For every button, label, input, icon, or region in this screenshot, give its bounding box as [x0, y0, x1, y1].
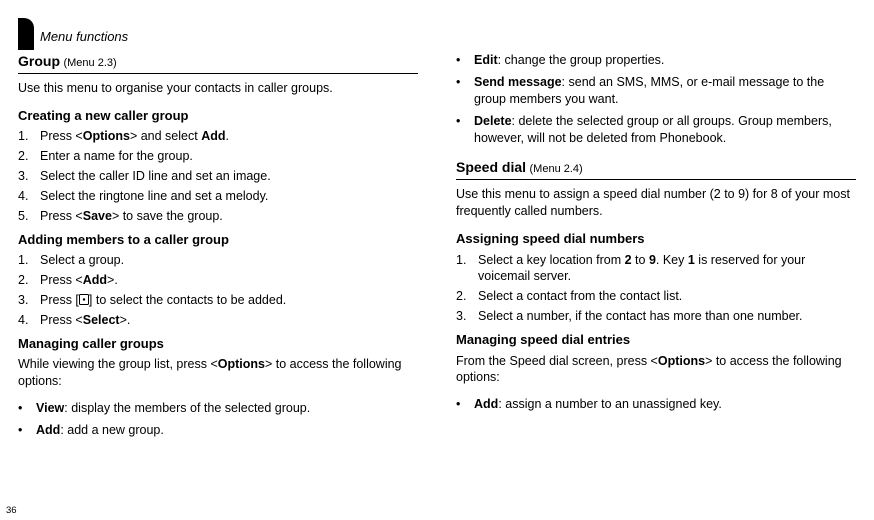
assign-speed-steps: 1. Select a key location from 2 to 9. Ke… — [456, 252, 856, 326]
option-text: Edit: change the group properties. — [474, 52, 856, 69]
step-number: 2. — [456, 288, 478, 305]
list-item: 1. Press <Options> and select Add. — [18, 128, 418, 145]
step-text: Select a contact from the contact list. — [478, 288, 856, 305]
step-text: Press <Options> and select Add. — [40, 128, 418, 145]
list-item: 2. Press <Add>. — [18, 272, 418, 289]
section-title-group: Group (Menu 2.3) — [18, 52, 418, 74]
step-number: 3. — [456, 308, 478, 325]
content-columns: Group (Menu 2.3) Use this menu to organi… — [18, 52, 856, 444]
list-item: • Add: assign a number to an unassigned … — [456, 396, 856, 413]
ok-key-icon — [79, 293, 89, 304]
manage-groups-intro: While viewing the group list, press <Opt… — [18, 356, 418, 390]
step-number: 4. — [18, 188, 40, 205]
option-text: View: display the members of the selecte… — [36, 400, 418, 417]
step-text: Select a group. — [40, 252, 418, 269]
step-number: 3. — [18, 292, 40, 309]
speed-dial-intro: Use this menu to assign a speed dial num… — [456, 186, 856, 220]
step-text: Press <Select>. — [40, 312, 418, 329]
create-group-steps: 1. Press <Options> and select Add. 2. En… — [18, 128, 418, 224]
list-item: 5. Press <Save> to save the group. — [18, 208, 418, 225]
left-column: Group (Menu 2.3) Use this menu to organi… — [18, 52, 418, 444]
option-text: Add: add a new group. — [36, 422, 418, 439]
bullet-icon: • — [18, 400, 36, 417]
list-item: • Edit: change the group properties. — [456, 52, 856, 69]
step-text: Press <Save> to save the group. — [40, 208, 418, 225]
step-text: Select a number, if the contact has more… — [478, 308, 856, 325]
step-text: Select a key location from 2 to 9. Key 1… — [478, 252, 856, 286]
section-title-speed-dial: Speed dial (Menu 2.4) — [456, 158, 856, 180]
manage-groups-options: • View: display the members of the selec… — [18, 400, 418, 439]
bullet-icon: • — [456, 113, 474, 147]
step-number: 2. — [18, 272, 40, 289]
bullet-icon: • — [18, 422, 36, 439]
step-number: 2. — [18, 148, 40, 165]
manage-speed-intro: From the Speed dial screen, press <Optio… — [456, 353, 856, 387]
assign-speed-heading: Assigning speed dial numbers — [456, 230, 856, 248]
step-number: 1. — [18, 128, 40, 145]
header-title: Menu functions — [40, 29, 128, 44]
list-item: 3. Select the caller ID line and set an … — [18, 168, 418, 185]
step-text: Enter a name for the group. — [40, 148, 418, 165]
right-column: • Edit: change the group properties. • S… — [456, 52, 856, 444]
group-title: Group — [18, 53, 60, 69]
manage-groups-options-cont: • Edit: change the group properties. • S… — [456, 52, 856, 146]
speed-dial-title: Speed dial — [456, 159, 526, 175]
list-item: 2. Select a contact from the contact lis… — [456, 288, 856, 305]
option-text: Add: assign a number to an unassigned ke… — [474, 396, 856, 413]
list-item: 3. Press [] to select the contacts to be… — [18, 292, 418, 309]
bullet-icon: • — [456, 52, 474, 69]
bullet-icon: • — [456, 396, 474, 413]
group-intro: Use this menu to organise your contacts … — [18, 80, 418, 97]
add-members-heading: Adding members to a caller group — [18, 231, 418, 249]
header-accent-bar — [18, 18, 34, 50]
speed-dial-menu-tag: (Menu 2.4) — [530, 163, 583, 175]
list-item: 1. Select a group. — [18, 252, 418, 269]
page-header: Menu functions — [18, 14, 128, 46]
step-text: Select the ringtone line and set a melod… — [40, 188, 418, 205]
option-text: Delete: delete the selected group or all… — [474, 113, 856, 147]
list-item: 2. Enter a name for the group. — [18, 148, 418, 165]
step-text: Press <Add>. — [40, 272, 418, 289]
manage-speed-options: • Add: assign a number to an unassigned … — [456, 396, 856, 413]
step-number: 3. — [18, 168, 40, 185]
create-group-heading: Creating a new caller group — [18, 107, 418, 125]
step-number: 1. — [456, 252, 478, 286]
list-item: 4. Select the ringtone line and set a me… — [18, 188, 418, 205]
manage-speed-heading: Managing speed dial entries — [456, 331, 856, 349]
step-text: Select the caller ID line and set an ima… — [40, 168, 418, 185]
list-item: • Send message: send an SMS, MMS, or e-m… — [456, 74, 856, 108]
option-text: Send message: send an SMS, MMS, or e-mai… — [474, 74, 856, 108]
bullet-icon: • — [456, 74, 474, 108]
step-text: Press [] to select the contacts to be ad… — [40, 292, 418, 309]
list-item: • View: display the members of the selec… — [18, 400, 418, 417]
step-number: 4. — [18, 312, 40, 329]
list-item: • Delete: delete the selected group or a… — [456, 113, 856, 147]
step-number: 5. — [18, 208, 40, 225]
list-item: 1. Select a key location from 2 to 9. Ke… — [456, 252, 856, 286]
step-number: 1. — [18, 252, 40, 269]
manage-groups-heading: Managing caller groups — [18, 335, 418, 353]
group-menu-tag: (Menu 2.3) — [63, 57, 116, 69]
list-item: 4. Press <Select>. — [18, 312, 418, 329]
list-item: • Add: add a new group. — [18, 422, 418, 439]
page-number: 36 — [6, 505, 17, 516]
list-item: 3. Select a number, if the contact has m… — [456, 308, 856, 325]
add-members-steps: 1. Select a group. 2. Press <Add>. 3. Pr… — [18, 252, 418, 329]
